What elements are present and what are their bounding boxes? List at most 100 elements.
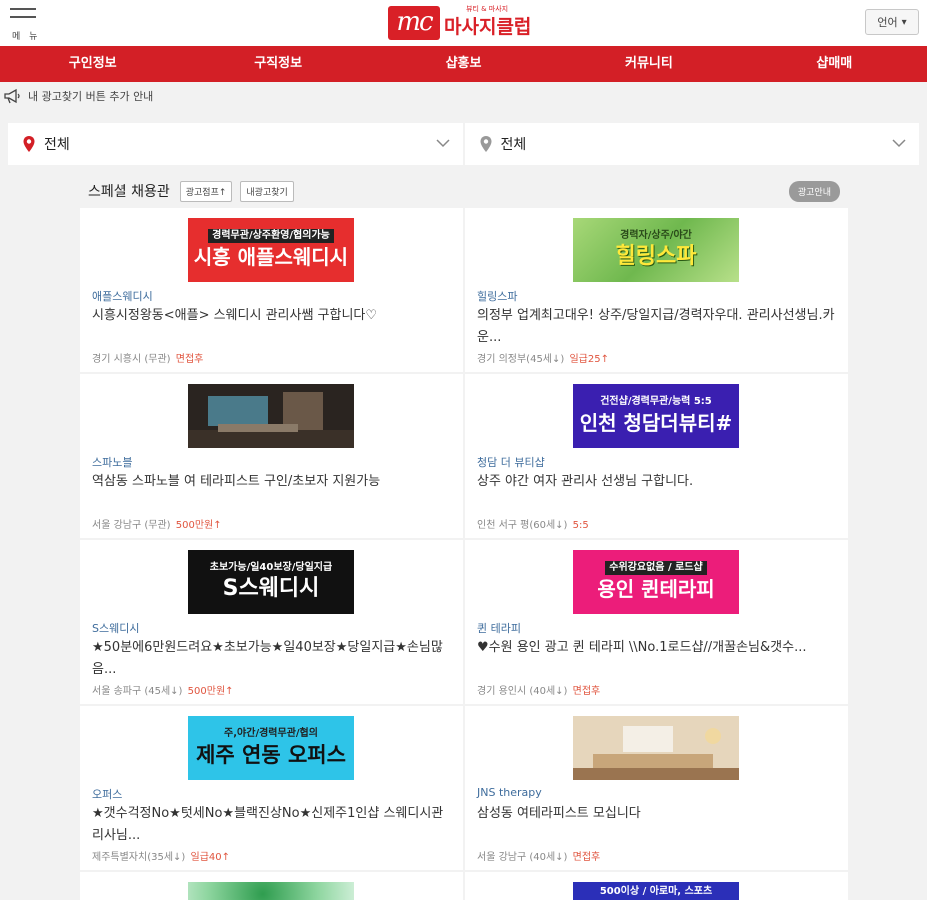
job-meta: 서울 강남구 (40세↓) 면접후 <box>477 848 600 863</box>
hamburger-icon <box>10 8 36 10</box>
job-meta: 인천 서구 평(60세↓) 5:5 <box>477 516 589 531</box>
region-select-primary[interactable]: 전체 <box>8 123 463 165</box>
shop-name: 스파노블 <box>92 456 133 469</box>
location-pin-icon <box>480 136 491 152</box>
job-location: 서울 강남구 (무관) <box>92 520 171 531</box>
banner-tagline: 경력무관/상주환영/협의가능 <box>208 229 334 243</box>
card-banner <box>188 882 354 900</box>
job-card[interactable]: 수위강요없음 / 로드샵 용인 퀸테라피 퀸 테라피 ♥수원 용인 광고 퀸 테… <box>465 540 848 704</box>
card-photo <box>188 384 354 448</box>
job-location: 경기 시흥시 (무관) <box>92 354 171 365</box>
region-selectors: 전체 전체 <box>8 123 919 165</box>
top-header: 메 뉴 mc 뷰티 & 마사지 마사지클럽 언어 ▾ <box>0 0 927 46</box>
region-select-secondary[interactable]: 전체 <box>464 123 919 165</box>
find-my-ad-button[interactable]: 내광고찾기 <box>240 180 294 202</box>
job-card[interactable]: 경력무관/상주환영/협의가능 시흥 애플스웨디시 애플스웨디시 시흥시정왕동<애… <box>80 208 463 372</box>
site-logo[interactable]: mc 뷰티 & 마사지 마사지클럽 <box>388 5 531 41</box>
job-card[interactable]: 500이상 / 아로마, 스포츠 <box>465 872 848 900</box>
card-banner: 500이상 / 아로마, 스포츠 <box>573 882 739 900</box>
job-location: 경기 의정부(45세↓) <box>477 354 565 365</box>
shop-name: 힐링스파 <box>477 290 518 303</box>
card-banner: 건전샵/경력무관/능력 5:5 인천 청담더뷰티# <box>573 384 739 448</box>
job-location: 경기 용인시 (40세↓) <box>477 686 568 697</box>
job-meta: 제주특별자치(35세↓) 일급40↑ <box>92 848 230 863</box>
notice-link[interactable]: 내 광고찾기 버튼 추가 안내 <box>4 86 153 106</box>
card-banner: 초보가능/일40보장/당일지급 S스웨디시 <box>188 550 354 614</box>
job-description: 상주 야간 여자 관리사 선생님 구합니다. <box>477 474 694 489</box>
job-card[interactable]: 경력자/상주/야간 힐링스파 힐링스파 의정부 업계최고대우! 상주/당일지급/… <box>465 208 848 372</box>
card-banner: 경력무관/상주환영/협의가능 시흥 애플스웨디시 <box>188 218 354 282</box>
shop-name: S스웨디시 <box>92 622 140 635</box>
shop-name: 퀸 테라피 <box>477 622 521 635</box>
section-title: 스페셜 채용관 <box>88 184 170 200</box>
logo-subtitle: 뷰티 & 마사지 <box>466 5 509 13</box>
job-card[interactable]: 주,야간/경력무관/협의 제주 연동 오퍼스 오퍼스 ★갯수걱정No★텃세No★… <box>80 706 463 870</box>
logo-name: 마사지클럽 <box>444 16 532 38</box>
banner-tagline: 주,야간/경력무관/협의 <box>224 728 318 739</box>
region-primary-value: 전체 <box>44 137 70 153</box>
menu-button[interactable]: 메 뉴 <box>10 8 42 42</box>
logo-text: 뷰티 & 마사지 마사지클럽 <box>444 5 532 40</box>
card-banner: 수위강요없음 / 로드샵 용인 퀸테라피 <box>573 550 739 614</box>
ad-jump-button[interactable]: 광고점프↑ <box>179 180 233 202</box>
job-description: ★50분에6만원드려요★초보가능★일40보장★당일지급★손님많음... <box>92 640 443 677</box>
job-card[interactable]: JNS therapy 삼성동 여테라피스트 모십니다 서울 강남구 (40세↓… <box>465 706 848 870</box>
ad-info-button[interactable]: 광고안내 <box>788 180 840 202</box>
job-description: 시흥시정왕동<애플> 스웨디시 관리사쌤 구합니다♡ <box>92 308 378 323</box>
nav-item-shop-promo[interactable]: 샵홍보 <box>371 46 556 82</box>
job-card[interactable]: 스파노블 역삼동 스파노블 여 테라피스트 구인/초보자 지원가능 서울 강남구… <box>80 374 463 538</box>
room-photo <box>188 384 354 448</box>
banner-title: 인천 청담더뷰티# <box>579 411 733 435</box>
special-section-header: 스페셜 채용관 광고점프↑ 내광고찾기 광고안내 <box>88 178 840 204</box>
nav-item-community[interactable]: 커뮤니티 <box>556 46 741 82</box>
job-pay: 일급40↑ <box>190 852 231 863</box>
job-pay: 5:5 <box>572 520 589 531</box>
job-pay: 500만원↑ <box>187 686 234 697</box>
notice-text: 내 광고찾기 버튼 추가 안내 <box>28 90 154 103</box>
job-card[interactable]: 건전샵/경력무관/능력 5:5 인천 청담더뷰티# 청담 더 뷰티샵 상주 야간… <box>465 374 848 538</box>
banner-tagline: 수위강요없음 / 로드샵 <box>605 561 707 575</box>
chevron-down-icon <box>892 139 906 148</box>
megaphone-icon <box>4 88 20 104</box>
card-banner: 주,야간/경력무관/협의 제주 연동 오퍼스 <box>188 716 354 780</box>
banner-tagline: 건전샵/경력무관/능력 5:5 <box>600 396 712 407</box>
banner-tagline: 500이상 / 아로마, 스포츠 <box>599 886 713 897</box>
job-description: 삼성동 여테라피스트 모십니다 <box>477 806 641 821</box>
shop-name: 청담 더 뷰티샵 <box>477 456 545 469</box>
job-description: 역삼동 스파노블 여 테라피스트 구인/초보자 지원가능 <box>92 474 381 489</box>
chevron-down-icon: ▾ <box>901 16 907 28</box>
job-location: 서울 송파구 (45세↓) <box>92 686 183 697</box>
card-photo <box>573 716 739 780</box>
job-card[interactable]: 초보가능/일40보장/당일지급 S스웨디시 S스웨디시 ★50분에6만원드려요★… <box>80 540 463 704</box>
nav-item-shop-trade[interactable]: 샵매매 <box>742 46 927 82</box>
chevron-down-icon <box>435 139 450 148</box>
spa-room-photo <box>573 716 739 780</box>
job-pay: 면접후 <box>572 852 601 863</box>
job-location: 서울 강남구 (40세↓) <box>477 852 568 863</box>
job-location: 인천 서구 평(60세↓) <box>477 520 568 531</box>
nav-item-job-seekers[interactable]: 구직정보 <box>185 46 370 82</box>
shop-name: 오퍼스 <box>92 788 123 801</box>
job-meta: 경기 시흥시 (무관) 면접후 <box>92 350 203 365</box>
card-banner: 경력자/상주/야간 힐링스파 <box>573 218 739 282</box>
banner-title: 시흥 애플스웨디시 <box>193 245 349 269</box>
menu-label: 메 뉴 <box>12 32 41 42</box>
language-button[interactable]: 언어 ▾ <box>865 9 919 35</box>
main-nav: 구인정보 구직정보 샵홍보 커뮤니티 샵매매 <box>0 46 927 82</box>
banner-tagline: 경력자/상주/야간 <box>620 230 692 241</box>
shop-name: 애플스웨디시 <box>92 290 153 303</box>
language-label: 언어 <box>877 16 898 29</box>
job-meta: 경기 용인시 (40세↓) 면접후 <box>477 682 600 697</box>
job-card[interactable] <box>80 872 463 900</box>
logo-mark: mc <box>388 6 440 40</box>
job-description: 의정부 업계최고대우! 상주/당일지급/경력자우대. 관리사선생님.카운... <box>477 308 835 345</box>
nav-item-jobs[interactable]: 구인정보 <box>0 46 185 82</box>
hamburger-icon-bar <box>10 16 36 18</box>
job-meta: 경기 의정부(45세↓) 일급25↑ <box>477 350 609 365</box>
banner-title: 용인 퀸테라피 <box>597 577 715 601</box>
job-meta: 서울 강남구 (무관) 500만원↑ <box>92 516 222 531</box>
location-pin-icon <box>23 136 35 152</box>
job-description: ★갯수걱정No★텃세No★블랙진상No★신제주1인샵 스웨디시관리사님... <box>92 806 444 843</box>
job-pay: 일급25↑ <box>569 354 609 365</box>
region-secondary-value: 전체 <box>500 137 527 153</box>
